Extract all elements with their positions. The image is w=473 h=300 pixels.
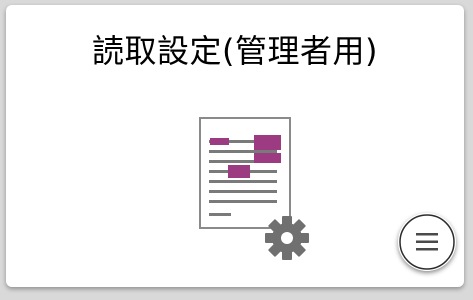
menu-button[interactable] <box>398 213 456 271</box>
tile-title: 読取設定(管理者用) <box>92 32 378 70</box>
scan-settings-admin-tile[interactable]: 読取設定(管理者用) <box>6 5 464 287</box>
document-settings-icon <box>193 117 315 267</box>
hamburger-menu-icon <box>399 214 455 270</box>
